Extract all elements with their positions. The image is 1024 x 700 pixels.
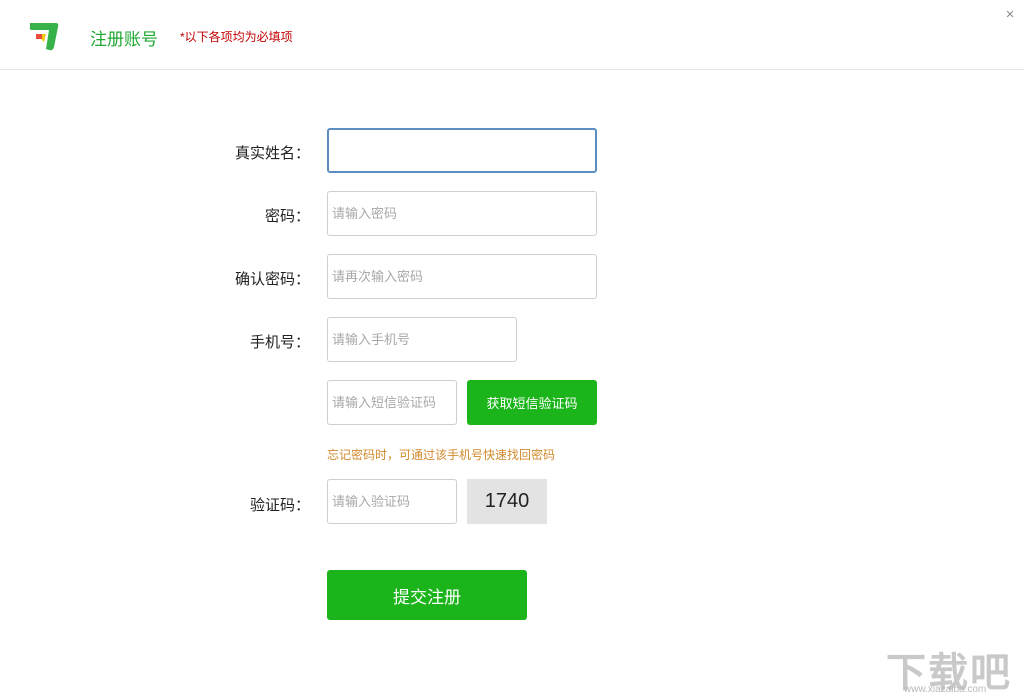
submit-register-button[interactable]: 提交注册 xyxy=(327,570,527,620)
watermark-url: www.xiazaiba.com xyxy=(904,684,987,695)
password-input[interactable] xyxy=(327,191,597,236)
phone-input[interactable] xyxy=(327,317,517,362)
real-name-label: 真实姓名： xyxy=(234,145,310,162)
phone-label: 手机号： xyxy=(249,334,310,351)
watermark-logo: 下载吧 www.xiazaiba.com xyxy=(886,640,1016,696)
dialog-title: 注册账号 xyxy=(90,30,158,49)
phone-hint: 忘记密码时，可通过该手机号快速找回密码 xyxy=(327,448,556,462)
get-sms-code-button[interactable]: 获取短信验证码 xyxy=(467,380,597,425)
captcha-image[interactable]: 1740 xyxy=(467,479,547,524)
dialog-header: 注册账号 *以下各项均为必填项 × xyxy=(0,0,1024,70)
required-note: *以下各项均为必填项 xyxy=(180,30,293,44)
password-label: 密码： xyxy=(264,208,310,225)
captcha-input[interactable] xyxy=(327,479,457,524)
app-logo-icon xyxy=(29,23,59,51)
sms-code-input[interactable] xyxy=(327,380,457,425)
real-name-input[interactable] xyxy=(327,128,597,173)
close-icon[interactable]: × xyxy=(1000,5,1020,25)
captcha-label: 验证码： xyxy=(249,497,310,514)
confirm-password-input[interactable] xyxy=(327,254,597,299)
confirm-password-label: 确认密码： xyxy=(234,271,310,288)
